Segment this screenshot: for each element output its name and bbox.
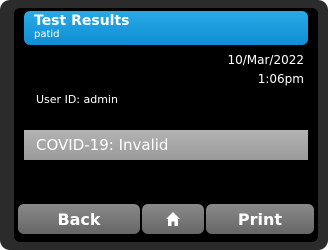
title-bar: Test Results patid — [24, 11, 308, 45]
device-screen: Test Results patid 10/Mar/2022 1:06pm Us… — [14, 8, 318, 242]
result-text: COVID-19: Invalid — [36, 136, 169, 154]
page-subtitle: patid — [34, 29, 60, 40]
back-button[interactable]: Back — [18, 204, 140, 234]
user-id-label: User ID: admin — [36, 93, 118, 106]
device-bezel: Test Results patid 10/Mar/2022 1:06pm Us… — [0, 0, 328, 250]
time-label: 1:06pm — [257, 72, 304, 86]
home-button[interactable] — [142, 204, 204, 234]
print-button[interactable]: Print — [206, 204, 314, 234]
date-label: 10/Mar/2022 — [227, 53, 304, 67]
result-row: COVID-19: Invalid — [24, 130, 308, 160]
page-title: Test Results — [34, 13, 130, 29]
home-icon — [166, 212, 180, 226]
